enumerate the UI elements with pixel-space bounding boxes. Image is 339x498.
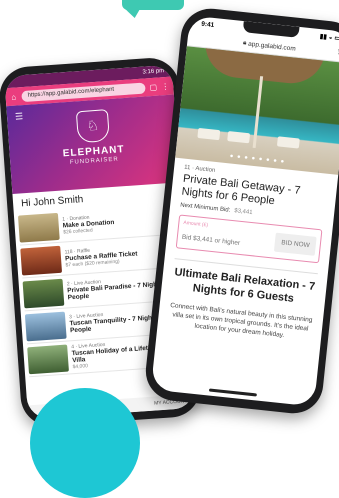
lounge-chair [227, 131, 251, 144]
item-thumbnail [24, 311, 67, 341]
right-phone: 9:41 ▮▮ ◒ ▭ 🔒︎ app.galabid.com ⇪ ● ● ● ●… [142, 5, 339, 417]
bid-amount-input[interactable] [181, 232, 272, 252]
item-thumbnail [17, 212, 60, 243]
status-time: 3:16 pm [142, 68, 165, 76]
item-details: 11 · Auction Private Bali Getaway - 7 Ni… [157, 158, 338, 350]
right-phone-screen: 9:41 ▮▮ ◒ ▭ 🔒︎ app.galabid.com ⇪ ● ● ● ●… [150, 15, 339, 407]
lounge-chair [197, 127, 221, 141]
elephant-logo-icon: ♘ [75, 109, 110, 144]
hamburger-menu-icon[interactable]: ☰ [15, 111, 24, 123]
signal-battery-icon: ▮▮ ◒ ▭ [319, 33, 339, 43]
tabs-icon[interactable]: ▢ [149, 82, 158, 92]
item-photo[interactable]: ● ● ● ● ● ● ● ● [175, 46, 339, 175]
home-indicator[interactable] [208, 388, 257, 397]
hero-banner: ☰ ♘ ELEPHANT FUNDRAISER [6, 94, 181, 194]
home-icon[interactable]: ⌂ [9, 92, 18, 102]
url-text: app.galabid.com [247, 40, 297, 53]
more-menu-icon[interactable]: ⋮ [161, 81, 170, 91]
min-bid-value: $3,441 [233, 208, 253, 217]
min-bid-label: Next Minimum Bid: [179, 202, 231, 214]
item-thumbnail [27, 344, 69, 374]
bid-now-button[interactable]: BID NOW [274, 232, 317, 256]
bid-form: Amount (£) BID NOW [175, 214, 323, 264]
umbrella-pole [252, 76, 264, 149]
item-thumbnail [22, 278, 65, 308]
chat-bubble-tail [125, 6, 143, 20]
lounge-chair [276, 136, 300, 149]
decorative-circle [30, 388, 140, 498]
lock-icon: 🔒︎ [242, 39, 247, 47]
description-text: Connect with Bali's natural beauty in th… [169, 301, 313, 340]
status-time: 9:41 [200, 20, 215, 29]
item-thumbnail [20, 245, 63, 276]
amount-label: Amount (£) [183, 219, 209, 229]
